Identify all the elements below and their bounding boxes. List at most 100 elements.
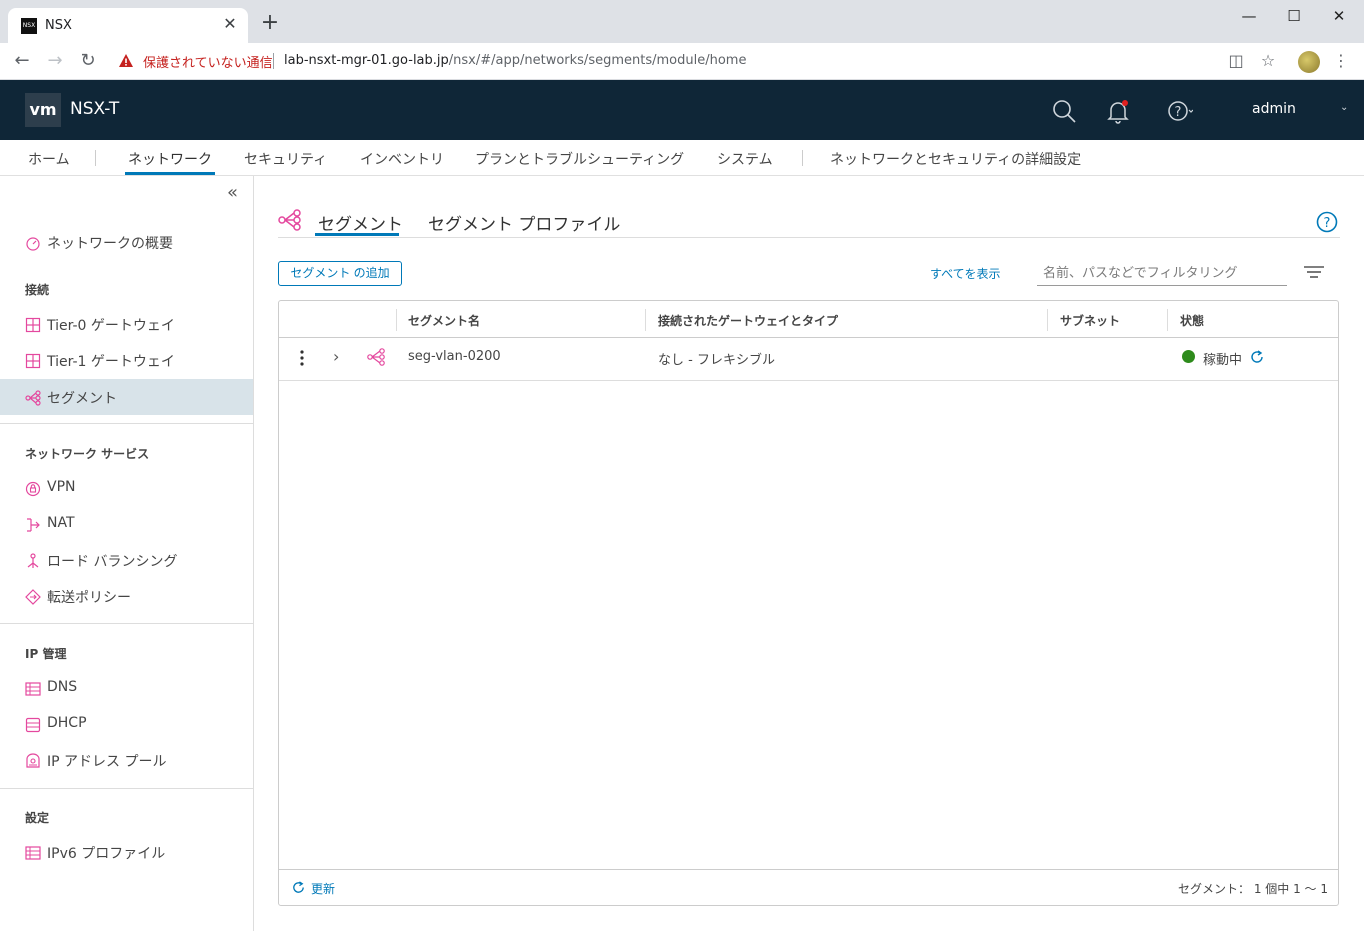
segment-icon (367, 348, 385, 366)
filter-menu-icon[interactable] (1303, 265, 1325, 279)
nav-inventory[interactable]: インベントリ (360, 149, 444, 169)
sidebar-item-dns[interactable]: DNS (0, 670, 253, 706)
sidebar-item-label: IPv6 プロファイル (47, 846, 166, 862)
profile-avatar[interactable] (1298, 51, 1320, 73)
sidebar-item-label: VPN (47, 479, 76, 495)
help-icon[interactable]: ? (1167, 98, 1193, 124)
notification-bell-icon[interactable] (1105, 98, 1131, 124)
refresh-icon[interactable] (291, 880, 306, 895)
sidebar-item-label: DHCP (47, 715, 87, 731)
row-expand-chevron-icon[interactable]: › (333, 347, 339, 367)
sidebar-item-label: NAT (47, 515, 75, 531)
sidebar-item-load-balancing[interactable]: ロード バランシング (0, 542, 253, 578)
omnibox-divider (273, 53, 274, 69)
sidebar-item-forwarding-policy[interactable]: 転送ポリシー (0, 578, 253, 614)
sidebar-item-tier0[interactable]: Tier-0 ゲートウェイ (0, 306, 253, 342)
forwarding-diamond-icon (25, 589, 41, 605)
sidebar-item-ip-pools[interactable]: IP アドレス プール (0, 742, 253, 778)
nav-home[interactable]: ホーム (28, 149, 70, 169)
app-header: vm NSX-T ? admin ⌄ (0, 80, 1364, 140)
tab-segments[interactable]: セグメント (318, 210, 403, 235)
sidebar-divider (0, 423, 253, 424)
new-tab-button[interactable]: + (259, 12, 281, 34)
browser-tabstrip: NSX NSX ✕ + — ☐ ✕ (0, 0, 1364, 43)
column-separator (645, 309, 646, 331)
address-bar[interactable]: 保護されていない通信 lab-nsxt-mgr-01.go-lab.jp/nsx… (108, 47, 1288, 75)
sidebar-item-label: DNS (47, 679, 78, 695)
column-separator (396, 309, 397, 331)
sidebar-item-label: ロード バランシング (47, 554, 178, 570)
forward-button[interactable]: → (43, 49, 67, 73)
user-menu[interactable]: admin (1252, 101, 1296, 117)
bookmark-star-icon[interactable]: ☆ (1258, 51, 1278, 71)
column-separator (1047, 309, 1048, 331)
segment-name-cell[interactable]: seg-vlan-0200 (408, 349, 501, 364)
sidebar-section-services: ネットワーク サービス (25, 447, 150, 461)
filter-input[interactable] (1037, 262, 1287, 286)
sidebar-item-segments[interactable]: セグメント (0, 379, 253, 415)
datagrid-header: セグメント名 接続されたゲートウェイとタイプ サブネット 状態 (279, 301, 1338, 338)
sidebar-item-tier1[interactable]: Tier-1 ゲートウェイ (0, 342, 253, 378)
sidebar-item-vpn[interactable]: VPN (0, 470, 253, 506)
tab-segment-profiles[interactable]: セグメント プロファイル (428, 210, 620, 235)
refresh-button[interactable]: 更新 (311, 880, 335, 897)
table-row[interactable]: › seg-vlan-0200 なし - フレキシブル 稼動中 (279, 338, 1338, 381)
show-all-link[interactable]: すべてを表示 (930, 265, 1000, 282)
tab-active-underline (315, 233, 399, 236)
nav-security[interactable]: セキュリティ (244, 149, 327, 169)
nav-active-underline (125, 172, 215, 175)
tab-close-icon[interactable]: ✕ (220, 14, 240, 34)
sidebar-item-label: 転送ポリシー (47, 590, 131, 606)
reload-button[interactable]: ↻ (76, 49, 100, 73)
page-help-icon[interactable]: ? (1316, 211, 1338, 233)
column-separator (1167, 309, 1168, 331)
search-icon[interactable] (1051, 98, 1077, 124)
column-header-status[interactable]: 状態 (1180, 312, 1204, 329)
sidebar-item-ipv6-profiles[interactable]: IPv6 プロファイル (0, 834, 253, 870)
nav-system[interactable]: システム (717, 149, 773, 169)
browser-tab[interactable]: NSX NSX ✕ (8, 8, 248, 43)
dashboard-icon (26, 237, 40, 251)
load-balancer-icon (27, 553, 39, 568)
column-header-gateway[interactable]: 接続されたゲートウェイとタイプ (658, 312, 838, 329)
minimize-button[interactable]: — (1226, 4, 1272, 28)
sidebar-item-dhcp[interactable]: DHCP (0, 706, 253, 742)
vpn-lock-icon (25, 481, 41, 497)
column-header-subnet[interactable]: サブネット (1060, 312, 1120, 329)
sidebar-divider (0, 623, 253, 624)
back-button[interactable]: ← (10, 49, 34, 73)
translate-icon[interactable]: ◫ (1226, 51, 1246, 71)
browser-toolbar: ← → ↻ 保護されていない通信 lab-nsxt-mgr-01.go-lab.… (0, 43, 1364, 80)
sidebar-item-label: IP アドレス プール (47, 754, 167, 770)
page-tabs: セグメント セグメント プロファイル (278, 206, 1340, 238)
nav-divider (802, 150, 803, 166)
chevron-down-icon[interactable]: ⌄ (1340, 102, 1348, 113)
status-cell: 稼動中 (1203, 353, 1243, 368)
nav-plan-troubleshoot[interactable]: プランとトラブルシューティング (475, 149, 684, 169)
nat-arrow-icon (27, 518, 40, 532)
row-actions-kebab-icon[interactable] (299, 349, 305, 367)
browser-menu-icon[interactable]: ⋮ (1331, 51, 1351, 71)
add-segment-button[interactable]: セグメント の追加 (278, 261, 402, 286)
maximize-button[interactable]: ☐ (1271, 4, 1317, 28)
nav-networking[interactable]: ネットワーク (128, 149, 212, 169)
sidebar-item-label: Tier-0 ゲートウェイ (47, 318, 175, 334)
sidebar-item-overview[interactable]: ネットワークの概要 (0, 224, 253, 260)
url-text[interactable]: lab-nsxt-mgr-01.go-lab.jp/nsx/#/app/netw… (284, 53, 746, 68)
profile-grid-icon (25, 846, 41, 860)
datagrid-footer: 更新 セグメント： 1 個中 1 ～ 1 (279, 869, 1338, 905)
security-label[interactable]: 保護されていない通信 (143, 52, 273, 71)
top-navigation: ホーム ネットワーク セキュリティ インベントリ プランとトラブルシューティング… (0, 140, 1364, 176)
nav-advanced-settings[interactable]: ネットワークとセキュリティの詳細設定 (830, 149, 1081, 169)
column-header-segment-name[interactable]: セグメント名 (408, 312, 480, 329)
row-count: セグメント： 1 個中 1 ～ 1 (1178, 882, 1328, 896)
collapse-sidebar-icon[interactable]: « (227, 184, 245, 202)
favicon: NSX (21, 18, 37, 34)
sidebar-item-label: セグメント (47, 391, 117, 407)
refresh-status-icon[interactable] (1249, 349, 1265, 365)
sidebar-item-nat[interactable]: NAT (0, 506, 253, 542)
router-icon (25, 353, 41, 369)
window-close-button[interactable]: ✕ (1316, 4, 1362, 28)
segment-icon (278, 209, 301, 231)
sidebar: « ネットワークの概要 接続 Tier-0 ゲートウェイ Tier-1 ゲートウ… (0, 176, 254, 931)
